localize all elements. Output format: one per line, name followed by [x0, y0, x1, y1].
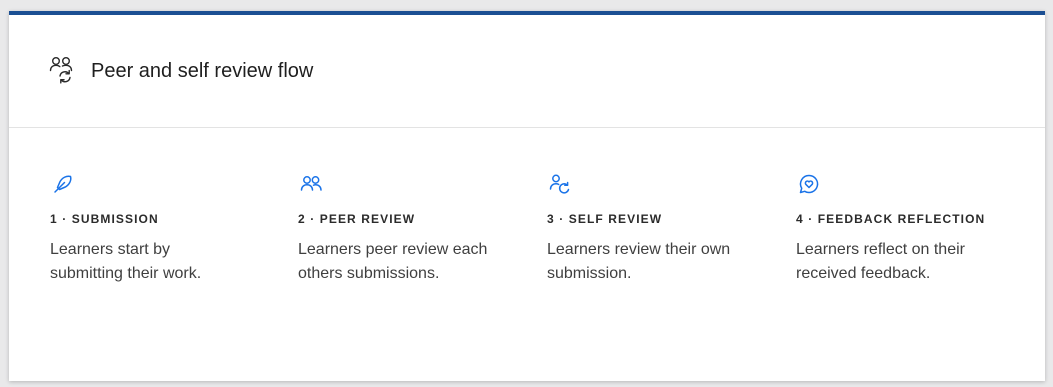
step-description: Learners peer review each others submiss…: [298, 241, 488, 282]
step-self-review: 3 · SELF REVIEW Learners review their ow…: [547, 172, 787, 286]
step-title: 3 · SELF REVIEW: [547, 212, 663, 226]
step-submission: 1 · SUBMISSION Learners start by submitt…: [50, 172, 290, 286]
card-title: Peer and self review flow: [91, 60, 314, 82]
steps-row: 1 · SUBMISSION Learners start by submitt…: [9, 128, 1045, 380]
card-header: Peer and self review flow: [9, 15, 1045, 128]
step-description: Learners review their own submission.: [547, 241, 731, 282]
step-title: 4 · FEEDBACK REFLECTION: [796, 212, 986, 226]
person-refresh-icon: [548, 172, 572, 196]
step-title: 2 · PEER REVIEW: [298, 212, 416, 226]
step-title: 1 · SUBMISSION: [50, 212, 159, 226]
step-peer-review: 2 · PEER REVIEW Learners peer review eac…: [298, 172, 538, 286]
feather-icon: [51, 172, 75, 196]
step-feedback-reflection: 4 · FEEDBACK REFLECTION Learners reflect…: [796, 172, 1036, 286]
people-sync-icon: [49, 55, 77, 85]
step-description: Learners start by submitting their work.: [50, 241, 202, 282]
step-description: Learners reflect on their received feedb…: [796, 241, 965, 282]
review-flow-card: Peer and self review flow 1 · SUBMISSION…: [9, 11, 1045, 381]
heart-chat-icon: [797, 172, 821, 196]
people-icon: [299, 172, 323, 196]
